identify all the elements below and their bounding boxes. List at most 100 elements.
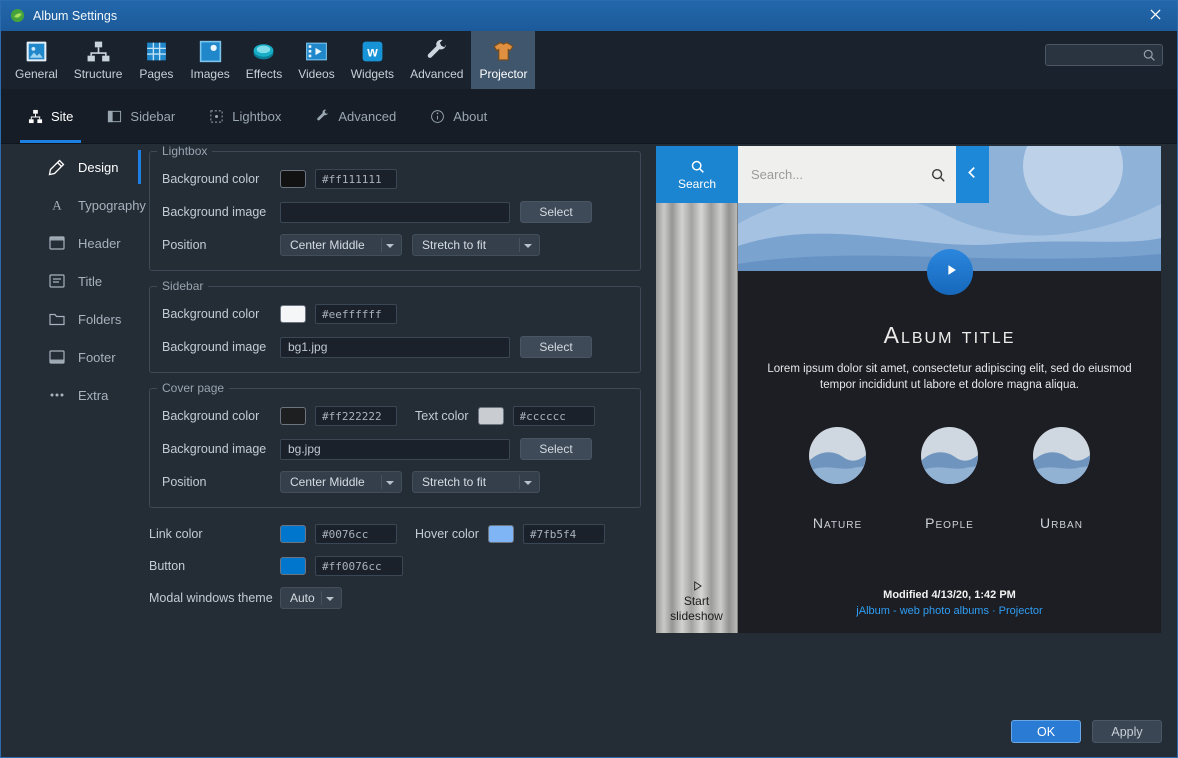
hover-color-swatch[interactable] [488, 525, 514, 543]
tab-advanced[interactable]: Advanced [298, 89, 413, 143]
toolbar-item-label: Videos [298, 67, 334, 81]
toolbar-item-label: General [15, 67, 58, 81]
preview-play-button[interactable] [927, 249, 973, 295]
nav-item-design[interactable]: Design [1, 148, 141, 186]
lightbox-bg-image-input[interactable] [280, 202, 510, 223]
cover-bg-color-swatch[interactable] [280, 407, 306, 425]
folder-label: Urban [1040, 515, 1083, 531]
field-label: Background color [162, 409, 280, 423]
group-title: Sidebar [157, 279, 208, 293]
button-color-input[interactable] [315, 556, 403, 576]
tab-label: Site [51, 109, 73, 124]
title-icon [48, 272, 66, 290]
tab-site[interactable]: Site [11, 89, 90, 143]
modal-theme-row: Modal windows theme Auto [149, 587, 641, 609]
nav-item-folders[interactable]: Folders [1, 300, 141, 338]
nav-item-extra[interactable]: Extra [1, 376, 141, 414]
toolbar-search [1045, 44, 1163, 66]
sidebar-group: Sidebar Background color Background imag… [149, 286, 641, 373]
toolbar-item-videos[interactable]: Videos [290, 31, 342, 89]
images-icon [198, 39, 223, 64]
preview-search-button[interactable]: Search [656, 146, 738, 203]
field-label: Button [149, 559, 280, 573]
main-toolbar: General Structure Pages Images Effects V… [1, 31, 1177, 89]
folder-label: Nature [813, 515, 862, 531]
titlebar: Album Settings [0, 0, 1178, 31]
album-settings-window: Album Settings General Structure Pages I… [0, 0, 1178, 758]
cover-position-dropdown[interactable]: Center Middle [280, 471, 402, 493]
preview-search-input[interactable] [751, 167, 930, 182]
nav-item-typography[interactable]: A Typography [1, 186, 141, 224]
cover-stretch-dropdown[interactable]: Stretch to fit [412, 471, 540, 493]
search-icon[interactable] [930, 167, 946, 183]
toolbar-item-widgets[interactable]: w Widgets [343, 31, 402, 89]
nav-item-label: Design [78, 160, 118, 175]
toolbar-item-structure[interactable]: Structure [66, 31, 131, 89]
general-icon [24, 39, 49, 64]
cover-text-color-input[interactable] [513, 406, 595, 426]
cover-bg-image-input[interactable] [280, 439, 510, 460]
nav-item-label: Title [78, 274, 102, 289]
toolbar-item-images[interactable]: Images [182, 31, 237, 89]
button-color-swatch[interactable] [280, 557, 306, 575]
sidebar-bg-color-input[interactable] [315, 304, 397, 324]
toolbar-search-input[interactable] [1046, 48, 1142, 62]
link-color-swatch[interactable] [280, 525, 306, 543]
toolbar-item-general[interactable]: General [7, 31, 66, 89]
group-title: Cover page [157, 381, 229, 395]
hover-color-input[interactable] [523, 524, 605, 544]
jalbum-link[interactable]: jAlbum - web photo albums [856, 605, 989, 617]
preview-sidebar: Search Start slideshow [656, 146, 738, 633]
field-label: Background color [162, 307, 280, 321]
tab-sidebar[interactable]: Sidebar [90, 89, 192, 143]
ok-button[interactable]: OK [1011, 720, 1081, 743]
nav-item-title[interactable]: Title [1, 262, 141, 300]
sidebar-bg-image-input[interactable] [280, 337, 510, 358]
typography-icon: A [48, 196, 66, 214]
lightbox-select-button[interactable]: Select [520, 201, 592, 223]
sidebar-collapse-button[interactable] [956, 146, 989, 203]
start-slideshow-button[interactable]: Start slideshow [656, 579, 737, 624]
lightbox-position-row: Position Center Middle Stretch to fit [162, 234, 628, 256]
toolbar-item-advanced[interactable]: Advanced [402, 31, 471, 89]
preview-main: Album title Lorem ipsum dolor sit amet, … [738, 146, 1161, 633]
nav-item-footer[interactable]: Footer [1, 338, 141, 376]
sidebar-bg-color-row: Background color [162, 303, 628, 325]
apply-button[interactable]: Apply [1092, 720, 1162, 743]
lightbox-group: Lightbox Background color Background ima… [149, 151, 641, 271]
tab-about[interactable]: About [413, 89, 504, 143]
cover-bg-color-input[interactable] [315, 406, 397, 426]
link-color-input[interactable] [315, 524, 397, 544]
lightbox-position-dropdown[interactable]: Center Middle [280, 234, 402, 256]
sidebar-select-button[interactable]: Select [520, 336, 592, 358]
toolbar-item-label: Structure [74, 67, 123, 81]
field-label: Background color [162, 172, 280, 186]
section-nav: Design A Typography Header Title Folders… [1, 148, 141, 414]
toolbar-item-projector[interactable]: Projector [471, 31, 535, 89]
toolbar-item-label: Images [190, 67, 229, 81]
folder-item-urban[interactable]: Urban [1033, 427, 1090, 531]
tab-lightbox[interactable]: Lightbox [192, 89, 298, 143]
dialog-actions: OK Apply [1011, 720, 1162, 743]
toolbar-item-effects[interactable]: Effects [238, 31, 290, 89]
cover-text-color-swatch[interactable] [478, 407, 504, 425]
projector-link[interactable]: Projector [999, 605, 1043, 617]
toolbar-item-pages[interactable]: Pages [130, 31, 182, 89]
lightbox-bg-color-swatch[interactable] [280, 170, 306, 188]
sidebar-bg-color-swatch[interactable] [280, 305, 306, 323]
cover-select-button[interactable]: Select [520, 438, 592, 460]
folder-thumbnail [921, 427, 978, 484]
cover-position-row: Position Center Middle Stretch to fit [162, 471, 628, 493]
sidebar-layout-icon [107, 109, 122, 124]
field-label: Link color [149, 527, 280, 541]
close-button[interactable] [1132, 0, 1178, 31]
modal-theme-dropdown[interactable]: Auto [280, 587, 342, 609]
lightbox-bg-color-input[interactable] [315, 169, 397, 189]
folder-item-nature[interactable]: Nature [809, 427, 866, 531]
folder-item-people[interactable]: People [921, 427, 978, 531]
jalbum-logo-icon [10, 8, 25, 23]
field-label: Text color [415, 409, 469, 423]
nav-item-header[interactable]: Header [1, 224, 141, 262]
lightbox-stretch-dropdown[interactable]: Stretch to fit [412, 234, 540, 256]
tab-label: Lightbox [232, 109, 281, 124]
